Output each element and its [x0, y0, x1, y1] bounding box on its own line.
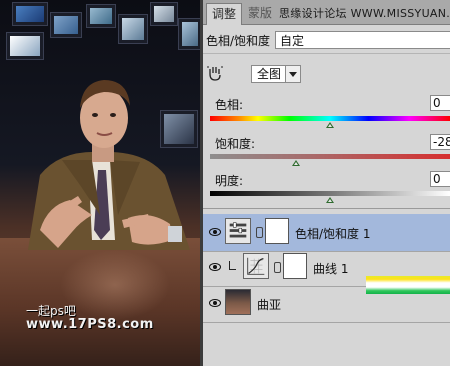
hue-value-input[interactable]: 0 — [430, 95, 450, 111]
hue-slider-track[interactable] — [210, 116, 450, 121]
preset-dropdown[interactable]: 自定 — [275, 31, 450, 49]
targeted-adjustment-hand-icon[interactable] — [206, 64, 224, 82]
link-icon[interactable] — [274, 262, 281, 273]
layer-name[interactable]: 色相/饱和度 1 — [295, 225, 371, 242]
hue-label: 色相: — [215, 98, 244, 112]
adjustments-panel: 调整 蒙版 思缘设计论坛 WWW.MISSYUAN.COM 色相/饱和度 自定 … — [200, 0, 450, 366]
eye-icon[interactable] — [209, 263, 221, 271]
lightness-slider-thumb[interactable] — [326, 197, 334, 203]
lightness-value-input[interactable]: 0 — [430, 171, 450, 187]
saturation-slider-track[interactable] — [210, 154, 450, 159]
layer-name[interactable]: 曲亚 — [257, 296, 281, 313]
channel-dropdown[interactable]: 全图 — [251, 65, 301, 83]
clipping-arrow-icon — [229, 261, 236, 270]
saturation-value-input[interactable]: -28 — [430, 134, 450, 150]
eye-icon[interactable] — [209, 228, 221, 236]
tab-adjustments[interactable]: 调整 — [206, 3, 243, 25]
layer-mask-thumbnail[interactable] — [283, 253, 307, 279]
layer-thumbnail[interactable] — [225, 289, 251, 315]
panel-tab-bar: 调整 蒙版 思缘设计论坛 WWW.MISSYUAN.COM — [203, 0, 450, 25]
link-icon[interactable] — [256, 227, 263, 238]
saturation-label: 饱和度: — [215, 137, 256, 151]
layer-row-hue-saturation[interactable]: 色相/饱和度 1 — [203, 214, 450, 252]
hue-saturation-adjustment-icon — [225, 218, 251, 244]
watermark-title: 一起ps吧 — [26, 304, 76, 318]
tab-masks[interactable]: 蒙版 — [243, 3, 277, 24]
lightness-label: 明度: — [215, 174, 244, 188]
lightness-slider-track[interactable] — [210, 191, 450, 196]
layer-mask-thumbnail[interactable] — [265, 218, 289, 244]
eye-icon[interactable] — [209, 299, 221, 307]
watermark: 一起ps吧 www.17PS8.com — [26, 304, 154, 332]
site-watermark-label: 思缘设计论坛 WWW.MISSYUAN.COM — [279, 7, 450, 20]
divider — [203, 208, 450, 209]
saturation-slider-thumb[interactable] — [292, 160, 301, 166]
hue-slider-thumb[interactable] — [326, 122, 334, 128]
curves-adjustment-icon — [243, 253, 269, 279]
chevron-down-icon[interactable] — [285, 66, 300, 82]
color-gradient-strip — [366, 276, 450, 294]
watermark-url: www.17PS8.com — [26, 317, 154, 332]
layer-name[interactable]: 曲线 1 — [313, 260, 348, 277]
adjustment-title: 色相/饱和度 — [206, 34, 271, 48]
photo-canvas: 一起ps吧 www.17PS8.com — [0, 0, 200, 366]
divider — [203, 53, 450, 54]
channel-value: 全图 — [257, 67, 282, 81]
